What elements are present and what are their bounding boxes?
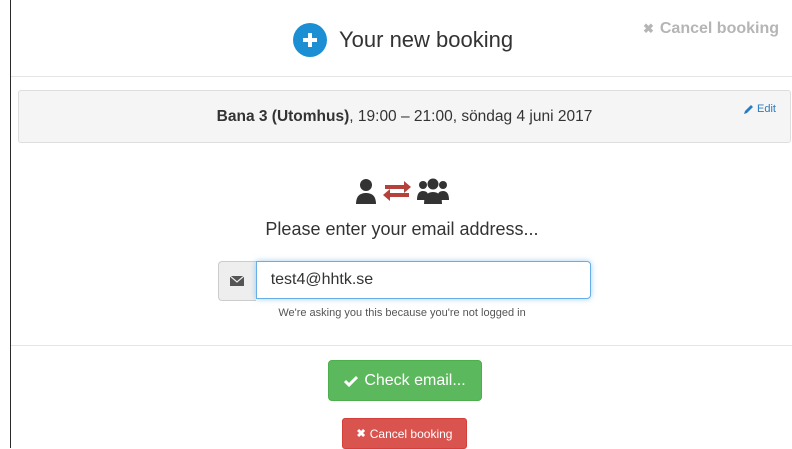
exchange-icon: [383, 181, 411, 201]
booking-summary: Bana 3 (Utomhus), 19:00 – 21:00, söndag …: [18, 90, 791, 143]
pencil-icon: [744, 105, 754, 114]
edit-link[interactable]: Edit: [744, 103, 776, 115]
booking-summary-text: Bana 3 (Utomhus), 19:00 – 21:00, söndag …: [19, 108, 790, 126]
edit-link-label: Edit: [757, 103, 776, 115]
close-icon: ✖: [642, 21, 654, 36]
booking-header: Your new booking ✖ Cancel booking: [11, 0, 792, 77]
plus-circle-icon: [293, 23, 327, 57]
page-title: Your new booking: [339, 27, 514, 52]
checkmark-icon: [344, 375, 359, 387]
envelope-icon: [230, 276, 245, 286]
user-icon: [356, 179, 376, 204]
close-icon: ✖: [356, 428, 366, 440]
cancel-booking-link[interactable]: ✖ Cancel booking: [643, 20, 779, 38]
divider: [11, 345, 792, 346]
check-email-label: Check email...: [364, 371, 466, 389]
email-addon: [218, 261, 256, 301]
court-name: Bana 3 (Utomhus): [216, 108, 350, 125]
title-group: Your new booking: [293, 22, 513, 58]
users-icon: [417, 178, 449, 204]
check-email-button[interactable]: Check email...: [328, 360, 482, 401]
email-hint: We're asking you this because you're not…: [278, 307, 526, 319]
booking-panel: Your new booking ✖ Cancel booking Bana 3…: [10, 0, 792, 449]
cancel-booking-button[interactable]: ✖ Cancel booking: [342, 418, 467, 449]
email-field[interactable]: [255, 261, 591, 299]
user-transfer-icons: [11, 178, 792, 204]
email-input-group: [218, 261, 591, 301]
email-prompt: Please enter your email address...: [265, 219, 539, 239]
cancel-booking-label: Cancel booking: [369, 426, 453, 441]
booking-time-date: , 19:00 – 21:00, söndag 4 juni 2017: [349, 108, 593, 125]
cancel-booking-link-label: Cancel booking: [659, 20, 779, 37]
